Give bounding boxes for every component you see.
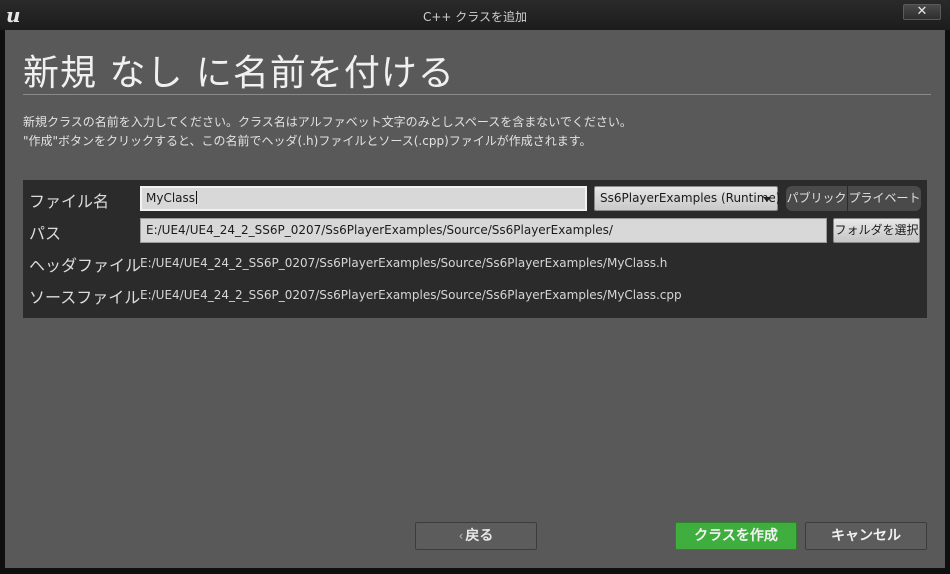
path-input[interactable]: E:/UE4/UE4_24_2_SS6P_0207/Ss6PlayerExamp… — [140, 218, 827, 243]
dialog-content: 新規 なし に名前を付ける 新規クラスの名前を入力してください。クラス名はアルフ… — [5, 30, 945, 568]
chevron-down-icon — [763, 197, 771, 202]
description-line-2: "作成"ボタンをクリックすると、この名前でヘッダ(.h)ファイルとソース(.cp… — [23, 134, 592, 148]
text-caret — [196, 191, 198, 204]
private-toggle[interactable]: プライベート — [847, 186, 921, 211]
chevron-left-icon: ‹ — [458, 529, 464, 543]
module-dropdown-value: Ss6PlayerExamples (Runtime) — [600, 191, 781, 205]
header-file-path: E:/UE4/UE4_24_2_SS6P_0207/Ss6PlayerExamp… — [140, 256, 668, 270]
title-divider — [23, 94, 931, 95]
class-name-value: MyClass — [146, 191, 196, 205]
class-name-input[interactable]: MyClass — [140, 186, 587, 211]
cancel-button[interactable]: キャンセル — [805, 522, 927, 550]
description-line-1: 新規クラスの名前を入力してください。クラス名はアルファベット文字のみとしスペース… — [23, 115, 632, 129]
header-file-label: ヘッダファイル — [29, 256, 142, 275]
add-cpp-class-dialog: u C++ クラスを追加 ✕ 新規 なし に名前を付ける 新規クラスの名前を入力… — [0, 0, 950, 574]
choose-folder-button[interactable]: フォルダを選択 — [833, 218, 920, 243]
name-label: ファイル名 — [29, 192, 110, 211]
close-button[interactable]: ✕ — [903, 4, 941, 20]
close-icon: ✕ — [916, 4, 928, 19]
title-bar[interactable]: u C++ クラスを追加 ✕ — [0, 0, 950, 30]
window-title: C++ クラスを追加 — [422, 10, 528, 24]
path-label: パス — [29, 224, 62, 243]
back-button-label: 戻る — [465, 528, 494, 544]
public-toggle[interactable]: パブリック — [786, 186, 847, 211]
back-button[interactable]: ‹ 戻る — [415, 522, 537, 550]
create-class-button[interactable]: クラスを作成 — [675, 522, 797, 550]
class-settings-panel: ファイル名 MyClass Ss6PlayerExamples (Runtime… — [23, 180, 927, 318]
source-file-path: E:/UE4/UE4_24_2_SS6P_0207/Ss6PlayerExamp… — [140, 288, 682, 302]
page-title: 新規 なし に名前を付ける — [23, 53, 455, 94]
module-dropdown[interactable]: Ss6PlayerExamples (Runtime) — [594, 186, 781, 211]
source-file-label: ソースファイル — [29, 288, 141, 307]
